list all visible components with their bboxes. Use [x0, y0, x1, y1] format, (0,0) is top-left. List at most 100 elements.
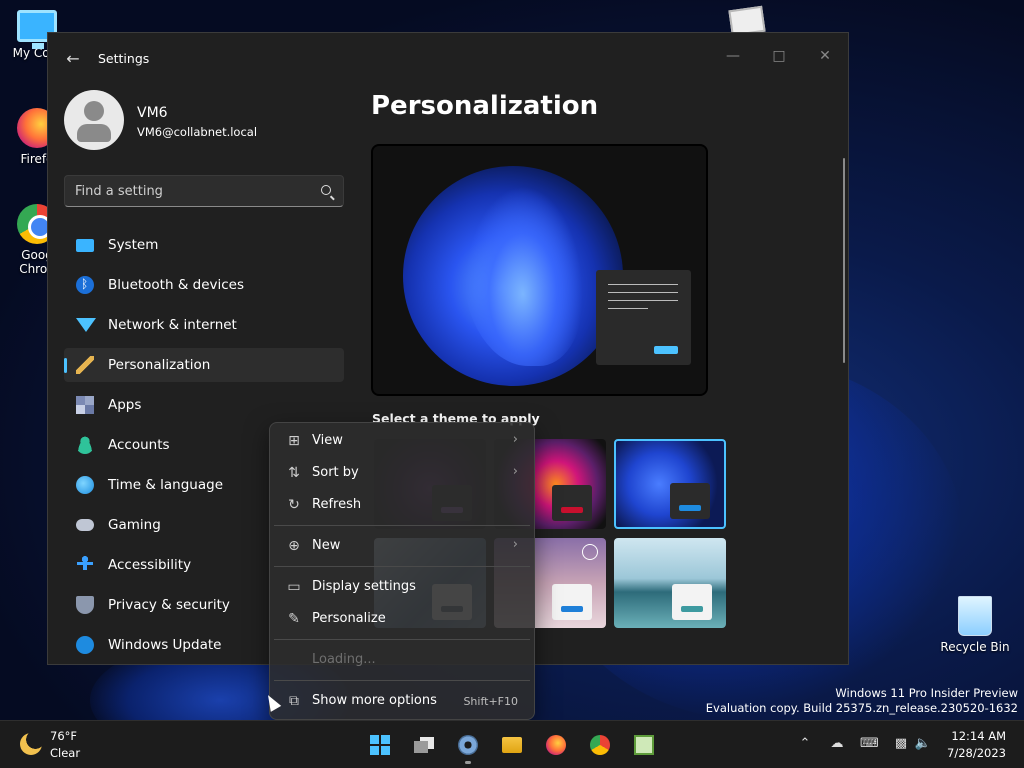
update-icon: [76, 636, 94, 654]
recycle-bin-icon: [958, 596, 992, 636]
minimize-button[interactable]: —: [710, 41, 756, 71]
wifi-icon: [76, 318, 96, 332]
firefox-icon: [546, 735, 566, 755]
taskbar-file-explorer[interactable]: [496, 729, 528, 761]
desktop-icon-label: Recycle Bin: [940, 640, 1010, 654]
sort-icon: ⇅: [288, 465, 300, 481]
menu-item-label: New: [312, 538, 341, 553]
cloud-offline-icon[interactable]: ☁: [828, 735, 846, 753]
brush-icon: [76, 356, 94, 374]
taskbar-chrome[interactable]: [584, 729, 616, 761]
taskbar-notepad[interactable]: [628, 729, 660, 761]
globe-clock-icon: [76, 476, 94, 494]
watermark-line-1: Windows 11 Pro Insider Preview: [835, 686, 1018, 700]
sidebar-item-label: Apps: [108, 397, 142, 413]
sidebar-item-label: Personalization: [108, 357, 211, 373]
sidebar-item-label: Privacy & security: [108, 597, 230, 613]
watermark-line-2: Evaluation copy. Build 25375.zn_release.…: [705, 701, 1018, 715]
desktop-icon-recycle-bin[interactable]: Recycle Bin: [940, 596, 1010, 654]
search-input[interactable]: [75, 176, 305, 206]
chevron-up-icon[interactable]: ⌃: [796, 735, 814, 753]
camera-icon: [582, 544, 598, 560]
menu-separator: [274, 680, 530, 681]
theme-preview: [371, 144, 708, 396]
avatar-head-icon: [84, 101, 104, 121]
plus-circle-icon: ⊕: [288, 538, 300, 554]
menu-item-label: View: [312, 433, 343, 448]
shield-icon: [76, 596, 94, 614]
menu-item-refresh[interactable]: ↻ Refresh: [274, 490, 530, 520]
sidebar-item-label: Gaming: [108, 517, 161, 533]
page-title: Personalization: [371, 91, 599, 121]
menu-item-label: Show more options: [312, 693, 437, 708]
menu-item-shortcut: Shift+F10: [463, 695, 518, 708]
user-email: VM6@collabnet.local: [137, 125, 258, 139]
menu-item-sort-by[interactable]: ⇅ Sort by ›: [274, 458, 530, 488]
sidebar-item-bluetooth[interactable]: Bluetooth & devices: [64, 268, 344, 302]
preview-window: [596, 270, 691, 365]
menu-item-label: Display settings: [312, 579, 416, 594]
weather-condition[interactable]: Clear: [50, 746, 80, 760]
grid-icon: ⊞: [288, 433, 300, 449]
evaluation-watermark: Windows 11 Pro Insider Preview Evaluatio…: [706, 686, 1018, 716]
sidebar-item-label: System: [108, 237, 159, 253]
menu-item-view[interactable]: ⊞ View ›: [274, 426, 530, 456]
theme-accent: [561, 606, 583, 612]
sidebar-item-label: Accounts: [108, 437, 170, 453]
back-button[interactable]: ←: [62, 49, 84, 69]
start-button[interactable]: [364, 729, 396, 761]
window-title: Settings: [98, 51, 150, 66]
search-icon[interactable]: [321, 185, 331, 195]
menu-item-personalize[interactable]: ✎ Personalize: [274, 604, 530, 634]
sidebar-item-label: Network & internet: [108, 317, 237, 333]
taskbar-firefox[interactable]: [540, 729, 572, 761]
share-icon: ⧉: [289, 693, 299, 709]
scrollbar[interactable]: [843, 158, 845, 363]
search-box[interactable]: [64, 175, 344, 207]
task-view-button[interactable]: [408, 729, 440, 761]
clock-date[interactable]: 7/28/2023: [947, 746, 1006, 760]
clock-time[interactable]: 12:14 AM: [951, 729, 1006, 743]
menu-separator: [274, 566, 530, 567]
title-bar[interactable]: ← Settings — □ ✕: [48, 33, 848, 83]
monitor-icon: [76, 239, 94, 252]
menu-item-show-more-options[interactable]: ⧉ Show more options Shift+F10: [274, 686, 530, 716]
sidebar-item-label: Time & language: [108, 477, 224, 493]
desktop-context-menu: ⊞ View › ⇅ Sort by › ↻ Refresh ⊕ New › ▭…: [269, 422, 535, 720]
theme-chip: [552, 485, 592, 521]
menu-item-display-settings[interactable]: ▭ Display settings: [274, 572, 530, 602]
taskbar-settings-app[interactable]: [452, 729, 484, 764]
apps-icon: [76, 396, 94, 414]
moon-icon[interactable]: [20, 733, 42, 755]
volume-icon[interactable]: 🔈: [914, 735, 932, 753]
theme-chip: [670, 483, 710, 519]
menu-item-label: Sort by: [312, 465, 359, 480]
theme-tile-selected[interactable]: [614, 439, 726, 529]
avatar[interactable]: [64, 90, 124, 150]
display-icon: ▭: [287, 579, 301, 595]
theme-accent: [681, 606, 703, 612]
weather-temperature[interactable]: 76°F: [50, 729, 77, 743]
close-button[interactable]: ✕: [802, 41, 848, 71]
person-icon: [76, 436, 94, 454]
chevron-right-icon: ›: [512, 537, 518, 552]
preview-line: [608, 308, 648, 309]
gear-icon: [458, 735, 478, 755]
maximize-button[interactable]: □: [756, 41, 802, 71]
chevron-right-icon: ›: [512, 432, 518, 447]
menu-item-new[interactable]: ⊕ New ›: [274, 531, 530, 561]
chevron-right-icon: ›: [512, 464, 518, 479]
preview-line: [608, 300, 678, 301]
keyboard-icon[interactable]: ⌨: [860, 735, 879, 753]
network-icon[interactable]: ▩: [892, 735, 910, 753]
sidebar-item-network[interactable]: Network & internet: [64, 308, 344, 342]
task-view-icon: [414, 735, 434, 755]
taskbar: 76°F Clear ⌃ ☁ ⌨ ▩ 🔈 12:14 AM 7/28/2023: [0, 720, 1024, 768]
controller-icon: [76, 519, 94, 531]
pen-icon: ✎: [288, 611, 300, 627]
theme-tile[interactable]: [614, 538, 726, 628]
chrome-icon: [590, 735, 610, 755]
sidebar-item-personalization[interactable]: Personalization: [64, 348, 344, 382]
sidebar-item-apps[interactable]: Apps: [64, 388, 344, 422]
sidebar-item-system[interactable]: System: [64, 228, 344, 262]
